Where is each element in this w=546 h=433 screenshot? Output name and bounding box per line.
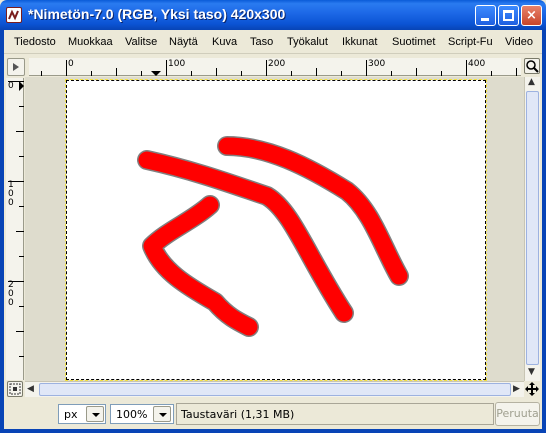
move-icon[interactable] <box>525 382 539 396</box>
minimize-icon <box>481 18 489 21</box>
menu-ikkunat[interactable]: Ikkunat <box>342 36 377 48</box>
hruler-label: 100 <box>168 59 186 69</box>
menu-valitse[interactable]: Valitse <box>125 36 157 48</box>
window-title: *Nimetön-7.0 (RGB, Yksi taso) 420x300 <box>28 6 286 22</box>
window-frame-bottom <box>0 429 546 433</box>
status-message-text: Taustaväri (1,31 MB) <box>181 408 295 421</box>
menu-video[interactable]: Video <box>505 36 533 48</box>
menu-tyokalut[interactable]: Työkalut <box>287 36 328 48</box>
menu-arrow-button[interactable] <box>7 58 25 76</box>
scroll-left-icon[interactable]: ◀ <box>27 384 34 394</box>
window-frame-right <box>542 30 546 433</box>
zoom-dropdown-button[interactable] <box>153 406 171 422</box>
close-button[interactable]: × <box>521 5 542 26</box>
scroll-up-icon[interactable]: ▲ <box>528 77 535 87</box>
brush-strokes <box>137 136 409 337</box>
hruler-label: 300 <box>368 59 386 69</box>
hruler-label: 0 <box>68 59 74 69</box>
cancel-button[interactable]: Peruuta <box>495 402 540 426</box>
maximize-icon <box>503 10 514 21</box>
status-message: Taustaväri (1,31 MB) <box>176 403 494 425</box>
menu-kuva[interactable]: Kuva <box>212 36 237 48</box>
horizontal-scroll-thumb[interactable] <box>39 383 511 396</box>
chevron-down-icon <box>92 413 100 417</box>
hruler-label: 400 <box>468 59 486 69</box>
menu-muokkaa[interactable]: Muokkaa <box>68 36 113 48</box>
vruler-label: 100 <box>8 180 14 208</box>
title-bar[interactable]: *Nimetön-7.0 (RGB, Yksi taso) 420x300 × <box>0 0 546 30</box>
horizontal-scrollbar[interactable]: ◀ ▶ <box>25 381 524 397</box>
close-icon: × <box>526 8 537 23</box>
status-bar: px 100% Taustaväri (1,31 MB) Peruuta <box>4 398 542 429</box>
horizontal-ruler[interactable]: 0 100 200 300 400 <box>29 58 521 76</box>
image-canvas[interactable] <box>65 79 487 381</box>
scroll-right-icon[interactable]: ▶ <box>513 384 520 394</box>
vruler-label: 200 <box>8 280 14 308</box>
minimize-button[interactable] <box>475 5 496 26</box>
menu-script-fu[interactable]: Script-Fu <box>448 36 493 48</box>
vertical-scrollbar[interactable]: ▲ ▼ <box>524 77 540 381</box>
vruler-label: 0 <box>8 81 14 91</box>
canvas-area[interactable] <box>25 77 524 381</box>
vertical-ruler-ticks <box>8 81 24 357</box>
chevron-down-icon <box>159 413 167 417</box>
gimp-wilber-icon[interactable] <box>6 7 22 23</box>
menu-tiedosto[interactable]: Tiedosto <box>14 36 56 48</box>
vertical-ruler[interactable]: 0 100 200 <box>6 78 24 380</box>
menu-bar: Tiedosto Muokkaa Valitse Näytä Kuva Taso… <box>4 30 542 54</box>
vertical-scroll-thumb[interactable] <box>526 91 539 365</box>
zoom-value[interactable]: 100% <box>116 408 147 421</box>
unit-dropdown-button[interactable] <box>86 406 104 422</box>
zoom-button[interactable] <box>524 58 540 74</box>
zoom-icon <box>526 60 539 73</box>
navigate-icon <box>9 383 21 395</box>
unit-select[interactable]: px <box>58 404 106 424</box>
hruler-label: 200 <box>268 59 286 69</box>
menu-arrow-icon <box>13 63 19 71</box>
menu-taso[interactable]: Taso <box>250 36 273 48</box>
quick-mask-button[interactable] <box>7 381 23 397</box>
maximize-button[interactable] <box>498 5 519 26</box>
window-frame-left <box>0 30 4 433</box>
zoom-select[interactable]: 100% <box>110 404 174 424</box>
scroll-down-icon[interactable]: ▼ <box>528 367 535 377</box>
menu-suotimet[interactable]: Suotimet <box>392 36 435 48</box>
menu-nayta[interactable]: Näytä <box>169 36 198 48</box>
unit-value: px <box>64 408 78 421</box>
